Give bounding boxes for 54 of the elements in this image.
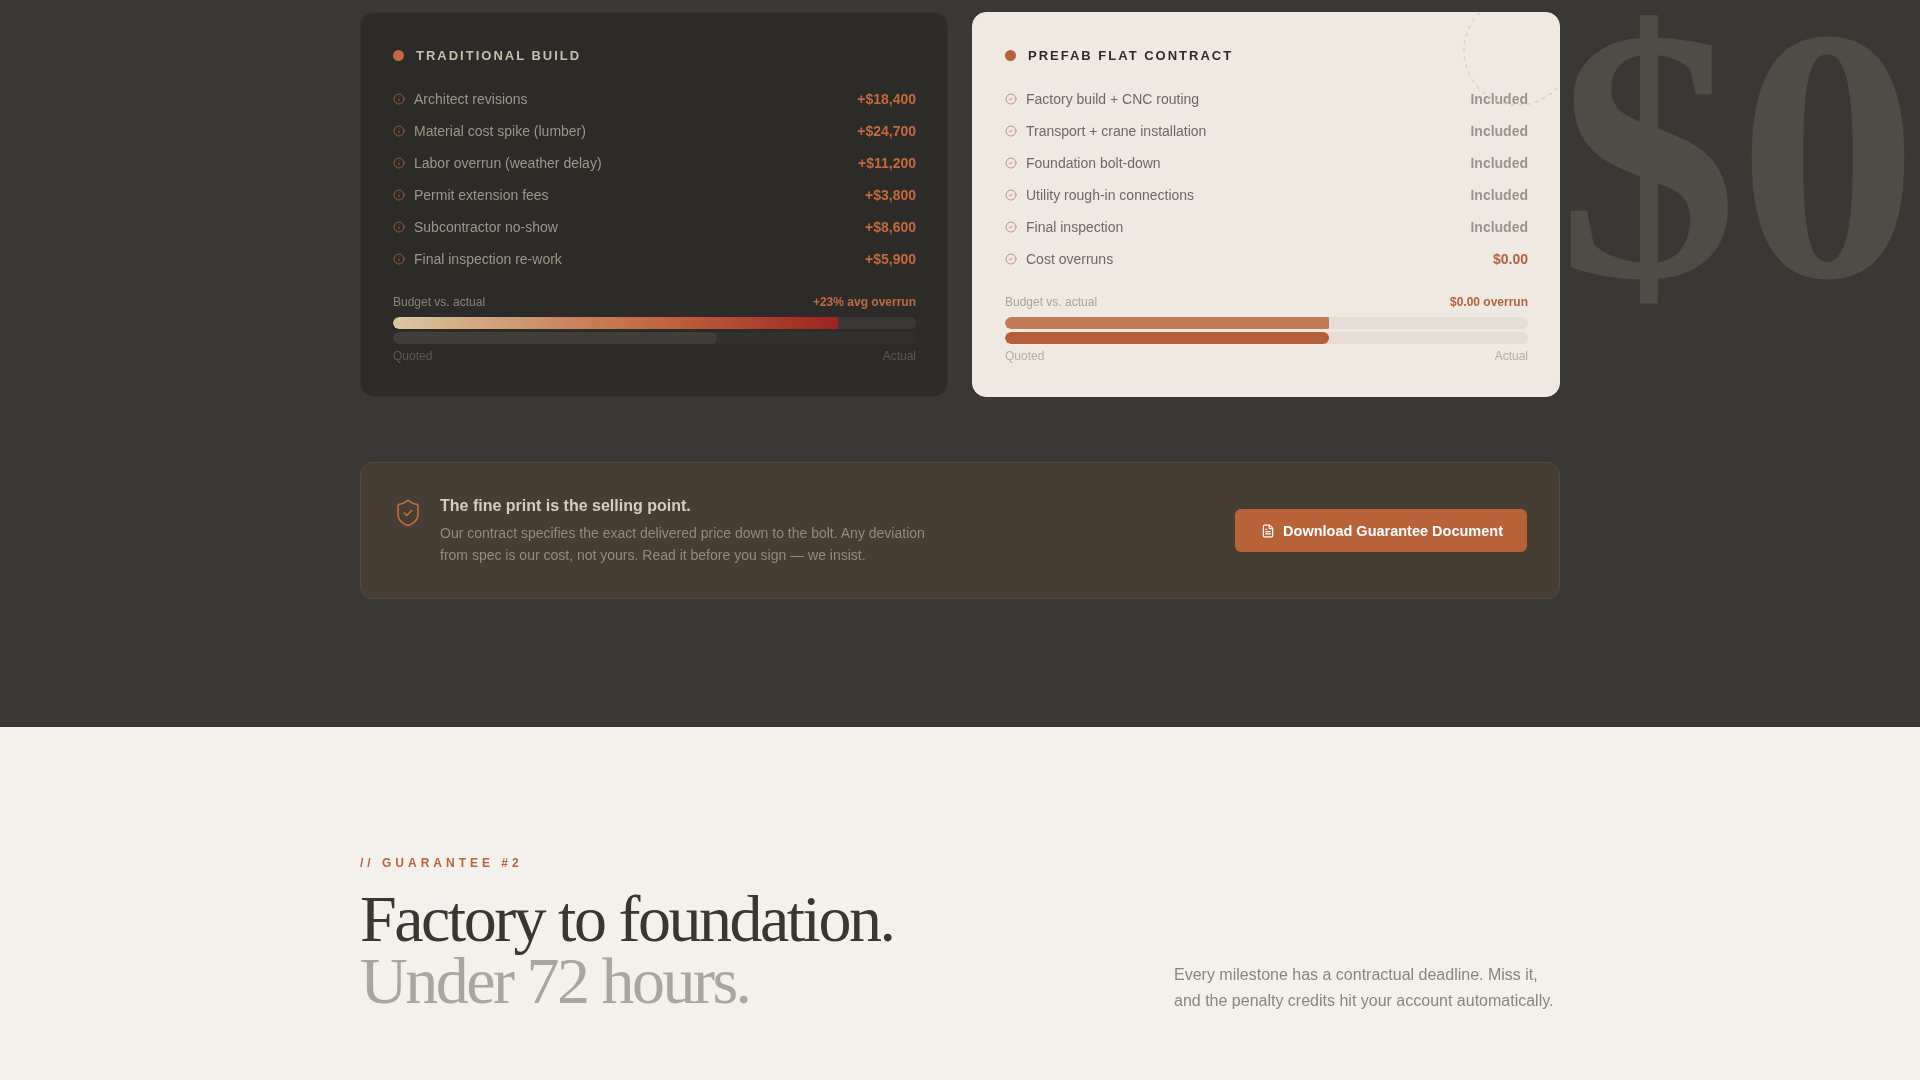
dot-icon bbox=[393, 49, 404, 61]
line-item-label: Final inspection re-work bbox=[414, 251, 563, 267]
headline: Factory to foundation. Under 72 hours. bbox=[360, 886, 894, 1012]
check-circle-icon bbox=[1005, 189, 1017, 201]
card-title: PREFAB FLAT CONTRACT bbox=[1028, 47, 1234, 63]
line-item-value: Included bbox=[1470, 123, 1528, 139]
overrun-summary: +23% avg overrun bbox=[812, 295, 916, 309]
line-item-value: +$8,600 bbox=[865, 219, 916, 235]
line-item-label: Final inspection bbox=[1026, 219, 1125, 235]
section-description: Every milestone has a contractual deadline. Miss it, and the penalty credits hit your account automatically. bbox=[1174, 965, 1555, 1011]
line-item-value: +$3,800 bbox=[865, 187, 916, 203]
info-icon bbox=[393, 157, 405, 169]
line-item-value: +$24,700 bbox=[857, 123, 916, 139]
section-eyebrow: // GUARANTEE #2 bbox=[360, 856, 524, 870]
line-item-label: Transport + crane installation bbox=[1026, 123, 1208, 139]
banner-title: The fine print is the selling point. bbox=[440, 496, 692, 516]
line-item-label: Architect revisions bbox=[414, 91, 529, 107]
line-item-label: Material cost spike (lumber) bbox=[414, 123, 587, 139]
line-item-value: +$5,900 bbox=[865, 251, 916, 267]
check-circle-icon bbox=[1005, 221, 1017, 233]
line-item-label: Subcontractor no-show bbox=[414, 219, 559, 235]
stamp-ring-icon bbox=[1463, 13, 1559, 107]
budget-label: Budget vs. actual bbox=[1005, 295, 1098, 309]
line-item-value: +$18,400 bbox=[857, 91, 916, 107]
info-icon bbox=[393, 189, 405, 201]
line-item-label: Utility rough-in connections bbox=[1026, 187, 1196, 203]
document-icon bbox=[1261, 523, 1276, 538]
check-circle-icon bbox=[1005, 157, 1017, 169]
check-circle-icon bbox=[1005, 125, 1017, 137]
line-item-value: Included bbox=[1470, 91, 1528, 107]
line-item-value: Included bbox=[1470, 187, 1528, 203]
overrun-summary: $0.00 overrun bbox=[1449, 295, 1528, 309]
axis-label: Actual bbox=[1494, 349, 1528, 363]
line-item-value: +$11,200 bbox=[858, 155, 916, 171]
card-title: TRADITIONAL BUILD bbox=[416, 47, 582, 63]
check-circle-icon bbox=[1005, 93, 1017, 105]
line-item-value: $0.00 bbox=[1492, 251, 1528, 267]
download-button[interactable]: Download Guarantee Document bbox=[1235, 509, 1527, 552]
info-icon bbox=[393, 93, 405, 105]
line-item-label: Permit extension fees bbox=[414, 187, 550, 203]
dot-icon bbox=[1005, 49, 1016, 61]
line-item-value: Included bbox=[1470, 155, 1528, 171]
line-item-label: Foundation bolt-down bbox=[1026, 155, 1162, 171]
axis-label: Quoted bbox=[1005, 349, 1045, 363]
info-icon bbox=[393, 253, 405, 265]
line-item-value: Included bbox=[1470, 219, 1528, 235]
info-icon bbox=[393, 221, 405, 233]
line-item-label: Labor overrun (weather delay) bbox=[414, 155, 603, 171]
budget-label: Budget vs. actual bbox=[393, 295, 486, 309]
line-item-label: Factory build + CNC routing bbox=[1026, 91, 1201, 107]
banner-text: Our contract specifies the exact delivered price down to the bolt. Any deviation from spec is our cost, not yours. Read it before you sign — we insist. bbox=[440, 524, 926, 565]
check-circle-icon bbox=[1005, 253, 1017, 265]
line-item-label: Cost overruns bbox=[1026, 251, 1115, 267]
info-icon bbox=[393, 125, 405, 137]
